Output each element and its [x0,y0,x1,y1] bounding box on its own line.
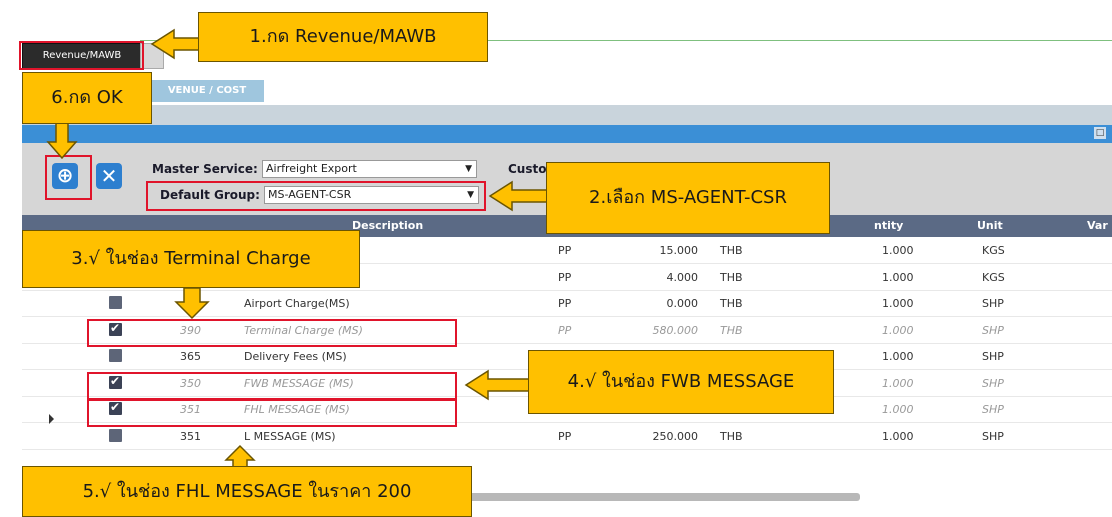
callout-step1: 1.กด Revenue/MAWB [198,12,488,62]
arrow-step2 [488,180,551,212]
arrow-step6 [46,121,78,160]
arrow-step1 [150,28,203,60]
arrow-step4 [464,369,533,401]
callout-step5: 5.√ ในช่อง FHL MESSAGE ในราคา 200 [22,466,472,517]
callout-step2: 2.เลือก MS-AGENT-CSR [546,162,830,234]
callout-step6: 6.กด OK [22,72,152,124]
callout-step4: 4.√ ในช่อง FWB MESSAGE [528,350,834,414]
callout-step3: 3.√ ในช่อง Terminal Charge [22,230,360,288]
arrow-step3 [174,287,210,320]
